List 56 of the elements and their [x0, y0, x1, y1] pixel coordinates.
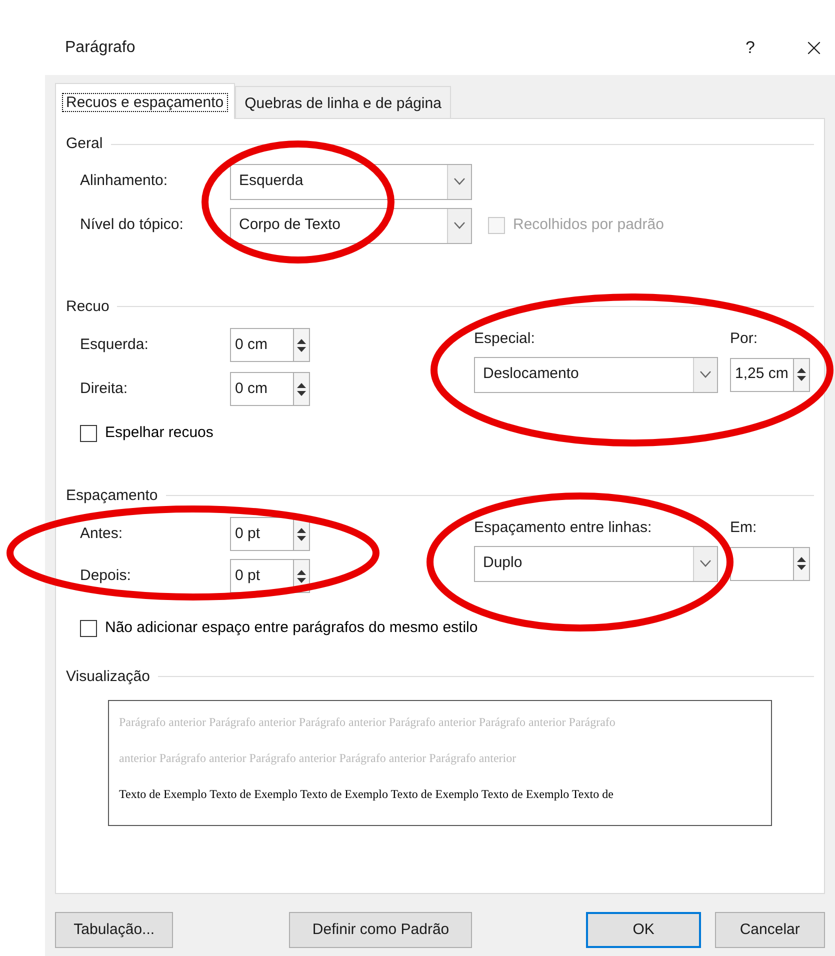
chevron-down-icon: [454, 222, 465, 229]
down-arrow-icon[interactable]: [297, 578, 306, 582]
checkbox[interactable]: [80, 620, 97, 637]
field-label: Esquerda:: [80, 334, 150, 355]
field-label: Por:: [730, 329, 758, 349]
up-arrow-icon[interactable]: [297, 570, 306, 574]
preview-text: anterior Parágrafo anterior Parágrafo anterior Parágrafo anterior Parágrafo anterior: [119, 750, 518, 767]
spin-field[interactable]: [730, 546, 794, 580]
help-button[interactable]: ?: [746, 34, 755, 60]
window-title: Parágrafo: [65, 38, 136, 58]
dialog-button[interactable]: Tabulação...: [55, 912, 174, 948]
down-arrow-icon[interactable]: [797, 376, 806, 381]
field-label: Depois:: [80, 566, 132, 586]
preview-text: Parágrafo anterior Parágrafo anterior Parágrafo anterior Parágrafo anterior Parágrafo anterior Parágrafo: [119, 714, 616, 731]
down-arrow-icon[interactable]: [297, 346, 306, 352]
chevron-down-icon: [700, 560, 711, 567]
tab[interactable]: Recuos e espaçamento: [55, 83, 235, 119]
field-label: Em:: [730, 518, 757, 538]
checkbox-label: Não adicionar espaço entre parágrafos do mesmo estilo: [105, 618, 478, 638]
dropdown[interactable]: Esquerda: [230, 164, 472, 200]
dropdown[interactable]: Deslocamento: [474, 356, 718, 392]
up-arrow-icon[interactable]: [797, 557, 806, 562]
field-label: Espaçamento entre linhas:: [474, 518, 653, 538]
dropdown[interactable]: Duplo: [474, 546, 718, 582]
spin-field[interactable]: 0 pt: [230, 559, 294, 593]
field-label: Alinhamento:: [80, 171, 169, 192]
up-arrow-icon[interactable]: [297, 382, 306, 388]
up-arrow-icon[interactable]: [297, 528, 306, 532]
dialog-button[interactable]: OK: [586, 912, 701, 948]
section-title: Visualização: [66, 666, 150, 686]
spin-field[interactable]: 0 pt: [230, 517, 294, 551]
dialog-button[interactable]: Definir como Padrão: [289, 912, 472, 948]
section-title: Geral: [66, 134, 103, 154]
spin-field[interactable]: 0 cm: [230, 372, 294, 406]
dialog-button[interactable]: Cancelar: [714, 912, 826, 948]
section-title: Recuo: [66, 296, 110, 316]
checkbox-label: Espelhar recuos: [105, 423, 214, 443]
field-label: Nível do tópico:: [80, 215, 184, 236]
chevron-down-icon: [700, 371, 711, 378]
field-label: Antes:: [80, 524, 124, 544]
field-label: Especial:: [474, 329, 536, 349]
down-arrow-icon[interactable]: [797, 565, 806, 570]
dropdown[interactable]: Corpo de Texto: [230, 208, 472, 244]
up-arrow-icon[interactable]: [797, 368, 806, 373]
up-arrow-icon[interactable]: [297, 338, 306, 344]
down-arrow-icon[interactable]: [297, 536, 306, 540]
field-label: Direita:: [80, 378, 129, 399]
checkbox-label: Recolhidos por padrão: [513, 215, 664, 236]
spin-field[interactable]: 0 cm: [230, 328, 294, 362]
checkbox[interactable]: [80, 424, 97, 442]
section-title: Espaçamento: [66, 486, 158, 506]
tab[interactable]: Quebras de linha e de página: [234, 86, 452, 118]
preview-text: Texto de Exemplo Texto de Exemplo Texto de Exemplo Texto de Exemplo Texto de Exemplo Texto de: [119, 786, 614, 803]
chevron-down-icon: [454, 178, 465, 185]
down-arrow-icon[interactable]: [297, 390, 306, 396]
spin-field[interactable]: 1,25 cm: [730, 358, 794, 392]
